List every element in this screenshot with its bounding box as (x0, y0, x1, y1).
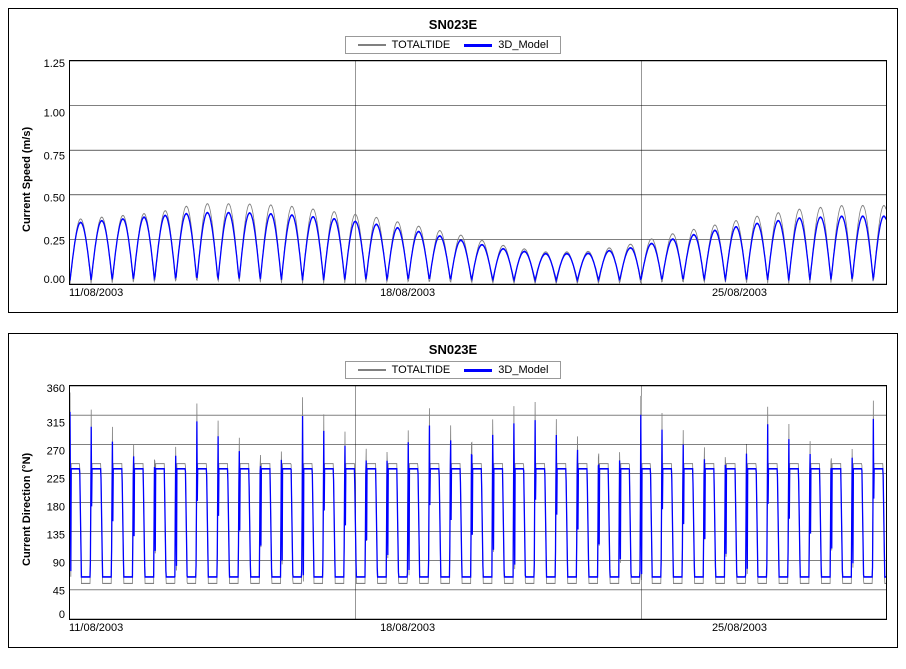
chart-body: Current Speed (m/s) 1.25 1.00 0.75 0.50 … (19, 60, 887, 299)
legend-label: TOTALTIDE (392, 39, 451, 51)
chart-title: SN023E (19, 17, 887, 32)
legend-item-totaltide: TOTALTIDE (358, 364, 451, 376)
x-ticks: 11/08/2003 18/08/2003 25/08/2003 (35, 622, 887, 634)
plot-area-speed (69, 60, 887, 285)
legend: TOTALTIDE 3D_Model (345, 36, 562, 54)
plot-area-direction (69, 385, 887, 620)
y-ticks: 1.25 1.00 0.75 0.50 0.25 0.00 (35, 60, 69, 285)
legend-item-3dmodel: 3D_Model (464, 39, 548, 51)
chart-title: SN023E (19, 342, 887, 357)
legend: TOTALTIDE 3D_Model (345, 361, 562, 379)
legend-item-3dmodel: 3D_Model (464, 364, 548, 376)
legend-item-totaltide: TOTALTIDE (358, 39, 451, 51)
legend-label: 3D_Model (498, 364, 548, 376)
legend-label: 3D_Model (498, 39, 548, 51)
chart-body: Current Direction (°N) 360 315 270 225 1… (19, 385, 887, 634)
speed-chart-panel: SN023E TOTALTIDE 3D_Model Current Speed … (8, 8, 898, 313)
legend-swatch (464, 369, 492, 372)
legend-swatch (358, 44, 386, 46)
legend-label: TOTALTIDE (392, 364, 451, 376)
y-axis-label: Current Speed (m/s) (19, 60, 35, 299)
legend-swatch (464, 44, 492, 47)
x-ticks: 11/08/2003 18/08/2003 25/08/2003 (35, 287, 887, 299)
direction-chart-panel: SN023E TOTALTIDE 3D_Model Current Direct… (8, 333, 898, 648)
legend-swatch (358, 369, 386, 371)
y-axis-label: Current Direction (°N) (19, 385, 35, 634)
y-ticks: 360 315 270 225 180 135 90 45 0 (35, 385, 69, 620)
